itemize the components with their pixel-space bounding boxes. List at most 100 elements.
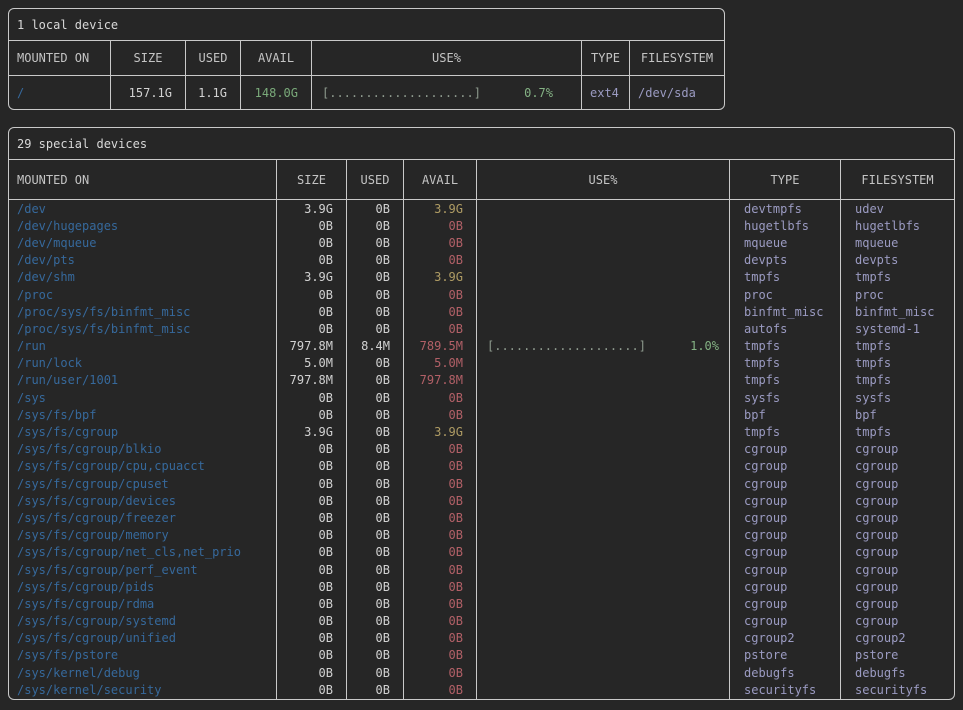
avail-cell: 0B — [404, 578, 477, 595]
size-cell: 0B — [277, 527, 347, 544]
size-cell: 3.9G — [277, 200, 347, 217]
filesystem-cell: sysfs — [841, 389, 954, 406]
table-row: /dev/shm3.9G0B3.9Gtmpfstmpfs — [9, 269, 954, 286]
used-cell: 0B — [347, 389, 404, 406]
table-row: /sys/fs/cgroup/systemd0B0B0Bcgroupcgroup — [9, 613, 954, 630]
usage-bar: [....................] — [322, 86, 481, 100]
type-cell: cgroup — [730, 475, 841, 492]
table-row: /sys/fs/cgroup/cpu,cpuacct0B0B0Bcgroupcg… — [9, 458, 954, 475]
type-cell: bpf — [730, 406, 841, 423]
filler-cell — [404, 698, 477, 699]
use-percent-cell — [477, 252, 730, 269]
filesystem-cell: bpf — [841, 406, 954, 423]
filesystem-cell: systemd-1 — [841, 320, 954, 337]
used-cell: 0B — [347, 509, 404, 526]
filesystem-cell: cgroup2 — [841, 630, 954, 647]
avail-cell: 0B — [404, 217, 477, 234]
table-row: /sys/fs/cgroup/freezer0B0B0Bcgroupcgroup — [9, 509, 954, 526]
used-cell: 0B — [347, 578, 404, 595]
column-header: USE% — [312, 41, 582, 75]
type-cell: debugfs — [730, 664, 841, 681]
size-cell: 0B — [277, 578, 347, 595]
mounted-on-cell: /sys/fs/cgroup/cpu,cpuacct — [9, 458, 277, 475]
filler-cell — [477, 698, 730, 699]
used-cell: 0B — [347, 303, 404, 320]
column-header: USED — [347, 160, 404, 199]
used-cell: 0B — [347, 217, 404, 234]
type-cell: cgroup — [730, 578, 841, 595]
type-cell: cgroup — [730, 595, 841, 612]
filesystem-cell: cgroup — [841, 458, 954, 475]
column-header: USE% — [477, 160, 730, 199]
used-cell: 0B — [347, 681, 404, 698]
table-row: /sys/kernel/security0B0B0Bsecurityfssecu… — [9, 681, 954, 698]
size-cell: 797.8M — [277, 372, 347, 389]
filler-cell — [277, 698, 347, 699]
used-cell: 0B — [347, 527, 404, 544]
use-percent-cell — [477, 475, 730, 492]
used-cell: 0B — [347, 320, 404, 337]
filesystem-cell: cgroup — [841, 595, 954, 612]
table-row: /proc/sys/fs/binfmt_misc0B0B0Bbinfmt_mis… — [9, 303, 954, 320]
avail-cell: 148.0G — [241, 76, 312, 109]
header-row: MOUNTED ONSIZEUSEDAVAILUSE%TYPEFILESYSTE… — [9, 160, 954, 200]
use-percent-cell — [477, 423, 730, 440]
size-cell: 0B — [277, 647, 347, 664]
size-cell: 0B — [277, 681, 347, 698]
size-cell: 0B — [277, 561, 347, 578]
avail-cell: 0B — [404, 613, 477, 630]
used-cell: 0B — [347, 595, 404, 612]
table-row: /sys/fs/cgroup/perf_event0B0B0Bcgroupcgr… — [9, 561, 954, 578]
size-cell: 0B — [277, 234, 347, 251]
special-table-title-row: 29 special devices — [9, 128, 954, 160]
mounted-on-cell: /sys/fs/cgroup/devices — [9, 492, 277, 509]
filler-cell — [9, 698, 277, 699]
used-cell: 0B — [347, 544, 404, 561]
mounted-on-cell: /proc/sys/fs/binfmt_misc — [9, 303, 277, 320]
mounted-on-cell: /sys/fs/cgroup/net_cls,net_prio — [9, 544, 277, 561]
used-cell: 0B — [347, 355, 404, 372]
used-cell: 0B — [347, 372, 404, 389]
filesystem-cell: cgroup — [841, 509, 954, 526]
use-percent-cell — [477, 441, 730, 458]
usage-percent: 0.7% — [524, 86, 553, 100]
use-percent-cell — [477, 200, 730, 217]
size-cell: 0B — [277, 217, 347, 234]
mounted-on-cell: / — [9, 76, 111, 109]
used-cell: 0B — [347, 200, 404, 217]
mounted-on-cell: /run — [9, 338, 277, 355]
filesystem-cell: udev — [841, 200, 954, 217]
avail-cell: 0B — [404, 389, 477, 406]
mounted-on-cell: /sys/fs/cgroup/systemd — [9, 613, 277, 630]
size-cell: 0B — [277, 509, 347, 526]
mounted-on-cell: /sys/fs/cgroup/perf_event — [9, 561, 277, 578]
use-percent-cell — [477, 303, 730, 320]
size-cell: 0B — [277, 544, 347, 561]
table-row: /sys/fs/cgroup/blkio0B0B0Bcgroupcgroup — [9, 441, 954, 458]
used-cell: 0B — [347, 561, 404, 578]
size-cell: 0B — [277, 613, 347, 630]
use-percent-cell — [477, 681, 730, 698]
size-cell: 3.9G — [277, 423, 347, 440]
used-cell: 0B — [347, 234, 404, 251]
local-table-title: 1 local device — [17, 18, 118, 32]
type-cell: ext4 — [582, 76, 630, 109]
type-cell: binfmt_misc — [730, 303, 841, 320]
use-percent-cell — [477, 561, 730, 578]
filesystem-cell: debugfs — [841, 664, 954, 681]
filesystem-cell: tmpfs — [841, 423, 954, 440]
filesystem-cell: cgroup — [841, 492, 954, 509]
use-percent-cell: [....................] 0.7% — [312, 76, 582, 109]
type-cell: cgroup2 — [730, 630, 841, 647]
table-row: /proc0B0B0Bprocproc — [9, 286, 954, 303]
filesystem-cell: devpts — [841, 252, 954, 269]
avail-cell: 0B — [404, 561, 477, 578]
type-cell: cgroup — [730, 509, 841, 526]
used-cell: 0B — [347, 613, 404, 630]
use-percent-cell — [477, 647, 730, 664]
mounted-on-cell: /sys/fs/cgroup/memory — [9, 527, 277, 544]
mounted-on-cell: /sys/fs/pstore — [9, 647, 277, 664]
avail-cell: 0B — [404, 252, 477, 269]
avail-cell: 0B — [404, 320, 477, 337]
special-table-title: 29 special devices — [17, 137, 147, 151]
